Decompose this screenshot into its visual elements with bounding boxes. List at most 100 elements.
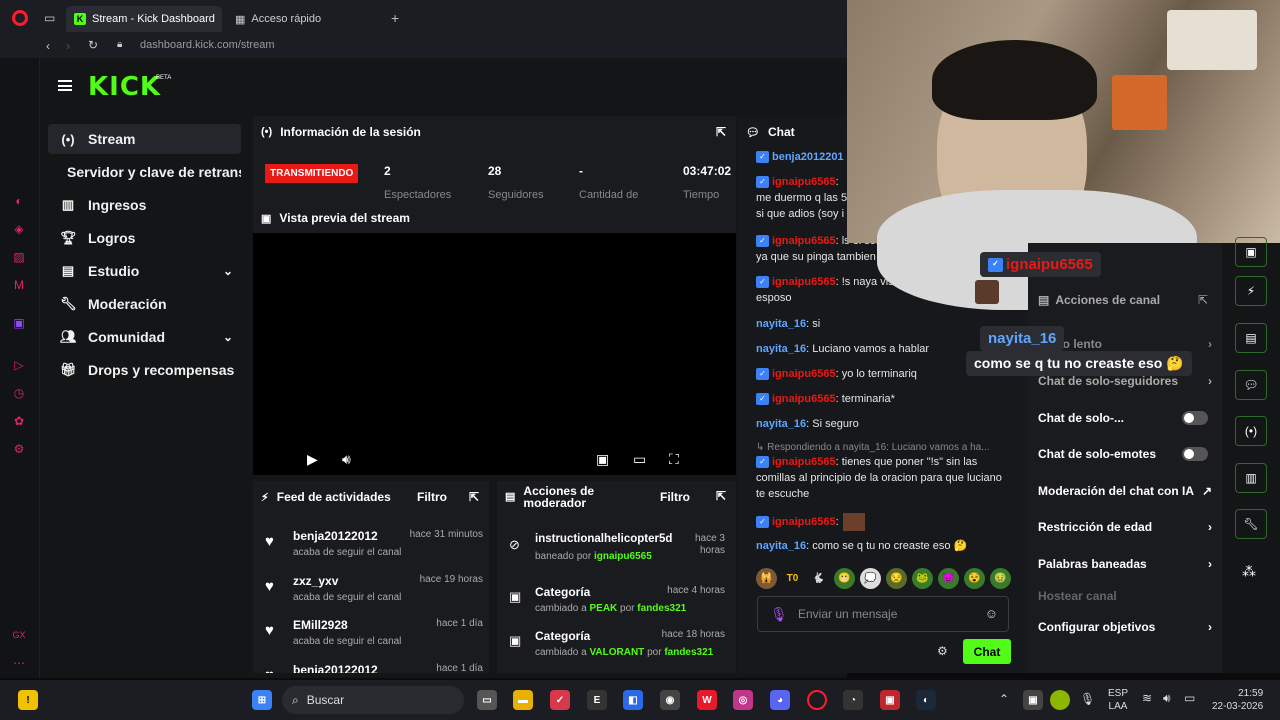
nav-moderacion[interactable]: 🔧︎ Moderación — [48, 289, 241, 319]
popout-icon[interactable]: ⇱ — [716, 490, 726, 502]
channel-action-emotes-only[interactable]: Chat de solo-emotes — [1038, 447, 1218, 461]
actor-name[interactable]: ignaipu6565 — [594, 551, 652, 562]
chat-username[interactable]: nayita_16 — [756, 318, 806, 330]
channel-action-followers-only[interactable]: Chat de solo-seguidores › — [1038, 374, 1218, 388]
feed-user[interactable]: EMill2928 — [293, 618, 348, 632]
play-icon[interactable]: ▶ — [307, 451, 318, 468]
sidebar-app-icon[interactable]: ▨ — [12, 250, 26, 264]
rail-button-icon[interactable]: ▣ — [1235, 237, 1267, 267]
task-view-icon[interactable]: ▭ — [477, 690, 497, 710]
chat-bubble-icon[interactable]: 💬︎ — [1235, 370, 1267, 400]
app-icon[interactable]: ◔ — [843, 690, 863, 710]
clock[interactable]: 21:59 22-03-2026 — [1212, 687, 1263, 713]
chat-message-input[interactable]: 🎙︎ Enviar un mensaje ☺ — [757, 596, 1009, 632]
app-icon[interactable]: W — [697, 690, 717, 710]
stream-preview-video[interactable]: ▶ 🔊︎ ▣ ▭ ⛶ — [253, 233, 736, 475]
url-field[interactable]: dashboard.kick.com/stream — [140, 39, 275, 51]
kick-logo[interactable]: KICK — [88, 72, 161, 102]
studio-icon[interactable]: ▥ — [1235, 463, 1267, 493]
nav-drops[interactable]: 🎁︎ Drops y recompensas — [48, 355, 241, 385]
emote-button[interactable]: 🐸 — [912, 568, 933, 589]
emote-button[interactable]: 💭 — [860, 568, 881, 589]
toggle-switch[interactable] — [1182, 411, 1208, 425]
instagram-icon[interactable]: ◎ — [733, 690, 753, 710]
twitch-icon[interactable]: ▣ — [12, 316, 26, 330]
sidebar-app-icon[interactable]: ✿ — [12, 414, 26, 428]
channel-action-age-restriction[interactable]: Restricción de edad › — [1038, 520, 1218, 534]
feed-filter-button[interactable]: Filtro — [417, 490, 447, 504]
chat-send-button[interactable]: Chat — [963, 639, 1011, 664]
toggle-switch[interactable] — [1182, 447, 1208, 461]
nav-estudio[interactable]: ▤ Estudio ⌄ — [48, 256, 241, 286]
theater-icon[interactable]: ▭ — [633, 451, 646, 468]
sidebar-app-icon[interactable]: M — [12, 278, 26, 292]
menu-icon[interactable] — [58, 80, 72, 91]
feed-user[interactable]: benja20122012 — [293, 529, 378, 543]
nav-logros[interactable]: 🏆︎ Logros — [48, 223, 241, 253]
app-icon[interactable]: ▣ — [880, 690, 900, 710]
bolt-icon[interactable]: ⚡︎ — [1235, 276, 1267, 306]
tab-acceso-rapido[interactable]: ▦ Acceso rápido — [235, 6, 321, 32]
broadcast-icon[interactable]: (•) — [1235, 416, 1267, 446]
actor-name[interactable]: fandes321 — [664, 647, 713, 658]
chat-settings-icon[interactable]: ⚙ — [937, 644, 948, 658]
nav-ingresos[interactable]: ▥ Ingresos — [48, 190, 241, 220]
tray-icon[interactable]: ▣ — [1023, 690, 1043, 710]
sidebar-app-icon[interactable]: ▷ — [12, 358, 26, 372]
tray-icon[interactable] — [1050, 690, 1070, 710]
steam-icon[interactable]: ◐ — [916, 690, 936, 710]
microphone-icon[interactable]: 🎙︎ — [1080, 692, 1095, 706]
epic-games-icon[interactable]: E — [587, 690, 607, 710]
mod-action-target[interactable]: instructionalhelicopter5d — [535, 533, 672, 545]
taskbar-search[interactable]: ⌕ Buscar — [282, 686, 464, 714]
channel-action-subs-only[interactable]: Chat de solo-... — [1038, 411, 1218, 425]
fullscreen-icon[interactable]: ⛶ — [669, 451, 679, 468]
forward-icon[interactable]: › — [66, 39, 70, 53]
language-indicator[interactable]: ESP LAA — [1108, 687, 1128, 713]
back-icon[interactable]: ‹ — [46, 39, 50, 53]
tab-kick-dashboard[interactable]: K Stream - Kick Dashboard — [66, 6, 222, 32]
chat-username[interactable]: ignaipu6565 — [772, 516, 836, 528]
wrench-icon[interactable]: 🔧︎ — [1235, 509, 1267, 539]
more-icon[interactable]: ⋯ — [12, 656, 26, 670]
opera-gx-icon[interactable] — [807, 690, 827, 710]
chat-username[interactable]: nayita_16 — [756, 418, 806, 430]
nav-server-key[interactable]: Servidor y clave de retransmisión — [48, 157, 241, 187]
emote-button[interactable]: T0 — [782, 568, 803, 589]
sidebar-app-icon[interactable]: ◈ — [12, 222, 26, 236]
windows-start-icon[interactable]: ⊞ — [252, 690, 272, 710]
feed-user[interactable]: zxz_yxv — [293, 574, 338, 588]
emote-button[interactable]: 🙀 — [756, 568, 777, 589]
sidebar-app-icon[interactable]: ◐ — [12, 194, 26, 208]
emote-button[interactable]: 😬 — [834, 568, 855, 589]
chevron-up-icon[interactable]: ⌃ — [999, 692, 1009, 706]
chat-username[interactable]: ignaipu6565 — [772, 393, 836, 405]
actor-name[interactable]: fandes321 — [637, 603, 686, 614]
nav-stream[interactable]: (•) Stream — [48, 124, 241, 154]
chat-username[interactable]: benja2012201 — [772, 151, 844, 163]
nav-comunidad[interactable]: 👥︎ Comunidad ⌄ — [48, 322, 241, 352]
mod-filter-button[interactable]: Filtro — [660, 491, 690, 503]
wifi-icon[interactable]: ≋ — [1142, 691, 1152, 705]
chat-username[interactable]: ignaipu6565 — [772, 176, 836, 188]
popout-icon[interactable]: ⇱ — [716, 125, 726, 139]
more-icon[interactable]: ⁂ — [1242, 563, 1256, 580]
channel-action-slow-mode[interactable]: Modo lento › — [1038, 337, 1218, 351]
feed-user[interactable]: benja20122012 — [293, 663, 378, 673]
microphone-icon[interactable]: 🎙︎ — [770, 606, 788, 623]
settings-icon[interactable]: ⚙ — [12, 442, 26, 456]
chat-username[interactable]: ignaipu6565 — [772, 276, 836, 288]
chat-username[interactable]: nayita_16 — [756, 343, 806, 355]
emote-button[interactable]: 🐇 — [808, 568, 829, 589]
file-explorer-icon[interactable]: ▬ — [513, 690, 533, 710]
opera-logo-icon[interactable] — [12, 10, 28, 26]
chat-username[interactable]: ignaipu6565 — [772, 456, 836, 468]
popout-icon[interactable]: ⇱ — [1198, 293, 1208, 307]
channel-action-ai-moderation[interactable]: Moderación del chat con IA ↗ — [1038, 484, 1218, 498]
emote-button[interactable]: 😵 — [964, 568, 985, 589]
gx-icon[interactable]: GX — [12, 630, 26, 644]
app-icon[interactable]: ✓ — [550, 690, 570, 710]
tab-strip-icon[interactable]: ▭ — [44, 11, 55, 25]
history-icon[interactable]: ◷ — [12, 386, 26, 400]
camera-icon[interactable]: ◉ — [660, 690, 680, 710]
